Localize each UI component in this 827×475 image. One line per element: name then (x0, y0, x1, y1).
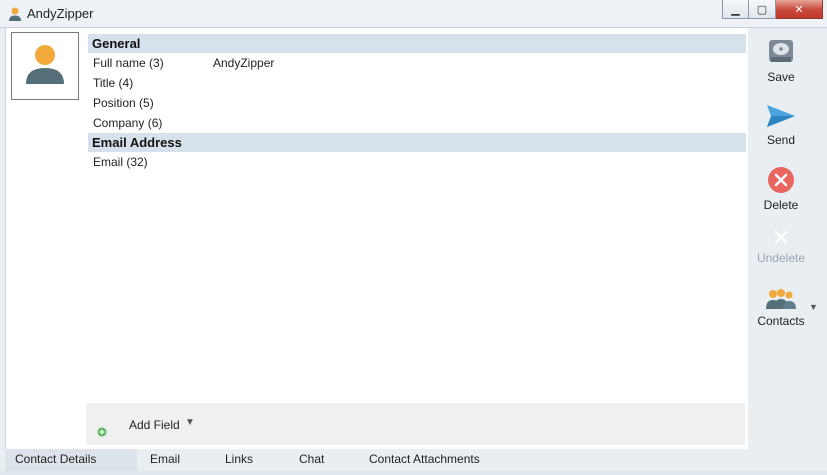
add-field-dropdown-arrow[interactable]: ▼ (185, 417, 195, 428)
field-list: General Full name (3) AndyZipper Title (… (88, 34, 746, 172)
delete-circle-icon (768, 167, 794, 193)
section-header-email-address: Email Address (88, 133, 746, 152)
add-field-button[interactable]: Add Field (129, 418, 180, 432)
tab-email[interactable]: Email (150, 449, 180, 471)
send-button[interactable]: Send (749, 103, 813, 147)
maximize-button[interactable]: ▢ (749, 0, 776, 19)
field-row-position[interactable]: Position (5) (88, 93, 746, 113)
add-field-bar: Add Field ▼ (86, 403, 745, 445)
delete-button[interactable]: Delete (749, 166, 813, 212)
field-row-company[interactable]: Company (6) (88, 113, 746, 133)
contacts-group-icon (766, 289, 796, 309)
save-label: Save (767, 70, 795, 84)
contact-details-panel: General Full name (3) AndyZipper Title (… (5, 28, 748, 449)
send-label: Send (766, 133, 796, 147)
undelete-button[interactable]: Undelete (749, 227, 813, 265)
field-value[interactable]: AndyZipper (213, 53, 274, 73)
field-label: Email (32) (93, 155, 148, 169)
section-header-general: General (88, 34, 746, 53)
tab-chat[interactable]: Chat (299, 449, 324, 471)
paper-plane-icon (767, 105, 795, 127)
avatar[interactable] (11, 32, 79, 100)
save-button[interactable]: Save (749, 38, 813, 84)
undelete-label: Undelete (756, 251, 806, 265)
window-title: AndyZipper (27, 6, 94, 21)
contacts-dropdown-arrow[interactable]: ▼ (809, 302, 818, 312)
contacts-label: Contacts (757, 314, 805, 328)
field-row-email[interactable]: Email (32) (88, 152, 746, 172)
close-button[interactable]: ✕ (776, 0, 823, 19)
field-label: Title (4) (93, 76, 134, 90)
plus-circle-icon[interactable] (97, 427, 107, 437)
tab-contact-attachments[interactable]: Contact Attachments (369, 449, 480, 471)
disk-save-icon (769, 40, 793, 62)
action-toolbar: Save Send Delete Undelete Contacts ▼ (749, 28, 827, 449)
field-label: Company (6) (93, 116, 163, 130)
person-icon (26, 45, 64, 84)
tab-contact-details[interactable]: Contact Details (5, 449, 137, 471)
contact-icon (9, 7, 21, 21)
field-label: Position (5) (93, 96, 154, 110)
contacts-button[interactable]: Contacts (749, 288, 813, 328)
tab-links[interactable]: Links (225, 449, 253, 471)
tab-bar: Contact Details Email Links Chat Contact… (5, 449, 748, 471)
delete-label: Delete (763, 198, 799, 212)
field-label: Full name (3) (93, 56, 164, 70)
minimize-button[interactable]: ▁ (722, 0, 749, 19)
field-row-title[interactable]: Title (4) (88, 73, 746, 93)
window-bottom-border (0, 471, 827, 475)
undelete-x-icon (774, 230, 788, 244)
field-row-full-name[interactable]: Full name (3) AndyZipper (88, 53, 746, 73)
title-bar: AndyZipper ▁ ▢ ✕ (0, 0, 827, 28)
window-controls: ▁ ▢ ✕ (722, 0, 823, 20)
